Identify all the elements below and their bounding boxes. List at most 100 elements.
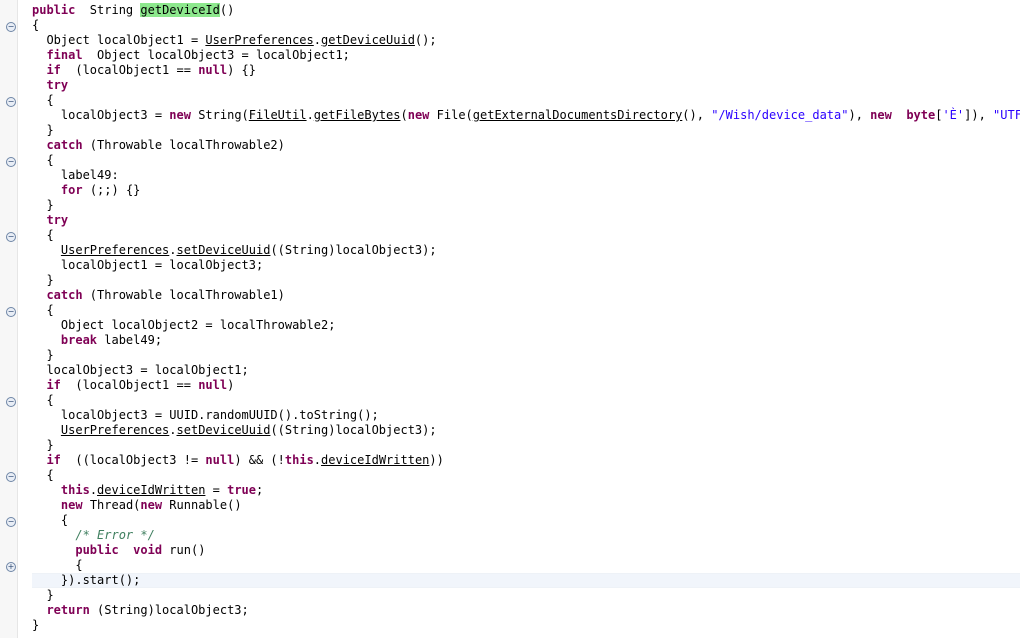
code-token: Runnable() xyxy=(162,498,242,512)
keyword-token: break xyxy=(60,333,98,347)
code-line: localObject3 = localObject1; xyxy=(32,363,1020,378)
code-line: { xyxy=(32,18,1020,33)
code-line: { xyxy=(32,153,1020,168)
code-token: ((localObject3 != xyxy=(60,453,206,467)
code-token: (); xyxy=(414,33,437,47)
code-line: catch (Throwable localThrowable2) xyxy=(32,138,1020,153)
keyword-token: null xyxy=(198,63,228,77)
code-token: (Throwable localThrowable1) xyxy=(82,288,285,302)
collapse-icon[interactable]: − xyxy=(6,397,16,407)
code-token: label49; xyxy=(97,333,163,347)
comment-token: /* Error */ xyxy=(75,528,155,542)
code-area[interactable]: public String getDeviceId() { Object loca… xyxy=(32,3,1020,633)
reference-token: UserPreferences xyxy=(205,33,314,47)
code-token: } xyxy=(32,438,54,452)
code-line: { xyxy=(32,93,1020,108)
code-line: { xyxy=(32,303,1020,318)
code-line: } xyxy=(32,348,1020,363)
code-token: . xyxy=(313,453,322,467)
code-line: { xyxy=(32,228,1020,243)
editor-gutter xyxy=(0,0,18,638)
code-token: ; xyxy=(256,483,264,497)
keyword-token: catch xyxy=(46,138,83,152)
code-token: Thread( xyxy=(82,498,141,512)
reference-token: setDeviceUuid xyxy=(176,423,271,437)
highlighted-token: getDeviceId xyxy=(140,3,220,17)
code-token: { xyxy=(32,228,54,242)
code-token: { xyxy=(32,93,54,107)
code-token: Object localObject2 = localThrowable2; xyxy=(32,318,336,332)
collapse-icon[interactable]: − xyxy=(6,517,16,527)
code-line: } xyxy=(32,273,1020,288)
keyword-token: final xyxy=(46,48,83,62)
code-token: ((String)localObject3); xyxy=(270,243,437,257)
code-token: ) {} xyxy=(227,63,256,77)
code-token: localObject3 = UUID.randomUUID().toStrin… xyxy=(32,408,379,422)
code-token: ) xyxy=(227,378,235,392)
collapse-icon[interactable]: − xyxy=(6,97,16,107)
keyword-token: for xyxy=(60,183,83,197)
keyword-token: null xyxy=(198,378,228,392)
code-line: catch (Throwable localThrowable1) xyxy=(32,288,1020,303)
code-line: return (String)localObject3; xyxy=(32,603,1020,618)
code-token: localObject3 = xyxy=(32,108,170,122)
reference-token: getFileBytes xyxy=(313,108,401,122)
collapse-icon[interactable]: − xyxy=(6,22,16,32)
code-token: String( xyxy=(190,108,249,122)
code-token: { xyxy=(32,393,54,407)
keyword-token: null xyxy=(205,453,235,467)
code-token: String xyxy=(75,3,141,17)
code-token: Object localObject1 = xyxy=(32,33,206,47)
collapse-icon[interactable]: − xyxy=(6,232,16,242)
code-token: (localObject1 == xyxy=(60,378,199,392)
reference-token: getDeviceUuid xyxy=(321,33,415,47)
reference-token: deviceIdWritten xyxy=(321,453,430,467)
keyword-token: public xyxy=(32,3,76,17)
code-line: UserPreferences.setDeviceUuid((String)lo… xyxy=(32,423,1020,438)
collapse-icon[interactable]: − xyxy=(6,472,16,482)
code-line: { xyxy=(32,468,1020,483)
code-token: . xyxy=(306,108,314,122)
code-editor[interactable]: − − − − − − − − + public String getDeviceId() { O… xyxy=(0,0,1020,638)
keyword-token: new xyxy=(60,498,83,512)
code-token: { xyxy=(32,18,40,32)
code-token: = xyxy=(205,483,228,497)
code-line: for (;;) {} xyxy=(32,183,1020,198)
keyword-token: void xyxy=(133,543,163,557)
code-line: if (localObject1 == null) {} xyxy=(32,63,1020,78)
keyword-token: return xyxy=(46,603,90,617)
code-line: }).start(); xyxy=(32,573,1020,588)
code-token: ), xyxy=(848,108,871,122)
reference-token: setDeviceUuid xyxy=(176,243,271,257)
code-line: { xyxy=(32,393,1020,408)
reference-token: getExternalDocumentsDirectory xyxy=(472,108,683,122)
code-line: { xyxy=(32,513,1020,528)
code-line: label49: xyxy=(32,168,1020,183)
code-line: if ((localObject3 != null) && (!this.dev… xyxy=(32,453,1020,468)
code-line: public void run() xyxy=(32,543,1020,558)
reference-token: FileUtil xyxy=(248,108,307,122)
string-token: "UTF-8" xyxy=(993,108,1020,122)
code-line: } xyxy=(32,588,1020,603)
code-token: Object localObject3 = localObject1; xyxy=(82,48,350,62)
collapse-icon[interactable]: − xyxy=(6,307,16,317)
code-token: localObject3 = localObject1; xyxy=(32,363,249,377)
keyword-token: new xyxy=(169,108,191,122)
collapse-icon[interactable]: − xyxy=(6,157,16,167)
keyword-token: if xyxy=(46,378,61,392)
code-token: () xyxy=(219,3,235,17)
expand-icon[interactable]: + xyxy=(6,562,16,572)
code-token: ]), xyxy=(964,108,994,122)
code-token: { xyxy=(32,468,54,482)
code-token: . xyxy=(313,33,321,47)
code-token: . xyxy=(169,243,177,257)
